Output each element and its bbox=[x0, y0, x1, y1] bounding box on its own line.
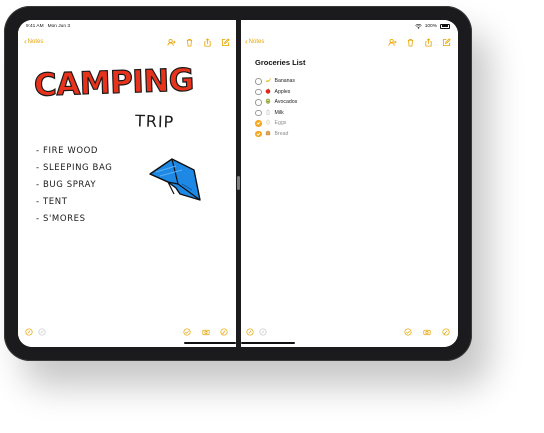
list-item: - FIRE WOOD bbox=[36, 146, 99, 156]
checklist-item[interactable]: Milk bbox=[255, 108, 297, 119]
camera-icon[interactable] bbox=[201, 327, 211, 337]
checkbox[interactable] bbox=[255, 78, 262, 85]
compose-icon[interactable] bbox=[220, 37, 230, 47]
status-bar: 9:41 AM Mon Jun 3 bbox=[18, 20, 236, 32]
add-person-icon[interactable] bbox=[166, 37, 176, 47]
item-label: Milk bbox=[274, 109, 284, 116]
back-label: Notes bbox=[27, 39, 44, 45]
checkbox[interactable] bbox=[255, 88, 262, 95]
left-note-pane[interactable]: 9:41 AM Mon Jun 3 ‹ Notes CAMPING TRIP -… bbox=[18, 20, 236, 347]
status-date: Mon Jun 3 bbox=[47, 23, 71, 29]
status-time: 9:41 AM bbox=[26, 23, 44, 29]
right-toolbar: ‹ Notes bbox=[241, 36, 458, 50]
dimmed-markup-icon bbox=[258, 327, 268, 337]
back-label: Notes bbox=[248, 39, 265, 45]
checkbox-checked[interactable] bbox=[255, 130, 262, 137]
note-title[interactable]: Groceries List bbox=[255, 58, 305, 67]
left-back-button[interactable]: ‹ Notes bbox=[24, 38, 43, 46]
ipad-device: 9:41 AM Mon Jun 3 ‹ Notes CAMPING TRIP -… bbox=[4, 6, 472, 361]
checklist-item[interactable]: Bread bbox=[255, 129, 297, 140]
pen-icon[interactable] bbox=[219, 327, 229, 337]
tent-drawing-icon bbox=[149, 158, 201, 201]
checklist-icon[interactable] bbox=[403, 327, 413, 337]
checklist-item[interactable]: Bananas bbox=[255, 76, 297, 87]
handwritten-subheading: TRIP bbox=[134, 111, 175, 132]
markup-icon[interactable] bbox=[245, 327, 255, 337]
wifi-icon bbox=[414, 23, 422, 29]
checklist-item[interactable]: Apples bbox=[255, 87, 297, 98]
egg-icon bbox=[265, 119, 272, 127]
share-icon[interactable] bbox=[423, 37, 433, 47]
grocery-checklist: Bananas Apples Avocados Milk Eggs Bread bbox=[255, 76, 297, 139]
add-person-icon[interactable] bbox=[387, 37, 397, 47]
item-label: Bananas bbox=[274, 78, 295, 85]
checklist-item[interactable]: Eggs bbox=[255, 118, 297, 129]
avocado-icon bbox=[265, 98, 272, 106]
home-indicator bbox=[241, 342, 295, 344]
chevron-left-icon: ‹ bbox=[245, 37, 248, 46]
divider-handle[interactable] bbox=[237, 176, 240, 190]
item-label: Eggs bbox=[274, 120, 287, 127]
camera-icon[interactable] bbox=[422, 327, 432, 337]
checkbox[interactable] bbox=[255, 99, 262, 106]
item-label: Bread bbox=[274, 130, 289, 137]
share-icon[interactable] bbox=[202, 37, 212, 47]
handwritten-list: - FIRE WOOD - SLEEPING BAG - BUG SPRAY -… bbox=[36, 146, 112, 231]
trash-icon[interactable] bbox=[184, 37, 194, 47]
ipad-screen: 9:41 AM Mon Jun 3 ‹ Notes CAMPING TRIP -… bbox=[18, 20, 458, 347]
battery-percent: 100% bbox=[424, 23, 437, 29]
compose-icon[interactable] bbox=[441, 37, 451, 47]
status-bar-right: 100% bbox=[241, 20, 458, 32]
battery-icon bbox=[440, 23, 450, 29]
list-item: - SLEEPING BAG bbox=[36, 163, 113, 173]
right-back-button[interactable]: ‹ Notes bbox=[245, 38, 264, 46]
list-item: - TENT bbox=[36, 197, 68, 207]
chevron-left-icon: ‹ bbox=[24, 37, 27, 46]
right-note-pane[interactable]: 100% ‹ Notes Groceries List Bananas Appl… bbox=[241, 20, 458, 347]
item-label: Avocados bbox=[274, 99, 298, 106]
dimmed-markup-icon bbox=[37, 327, 47, 337]
bread-icon bbox=[265, 130, 272, 138]
list-item: - BUG SPRAY bbox=[36, 180, 97, 190]
trash-icon[interactable] bbox=[405, 37, 415, 47]
checkbox-checked[interactable] bbox=[255, 120, 262, 127]
markup-icon[interactable] bbox=[24, 327, 34, 337]
handwritten-heading: CAMPING bbox=[33, 62, 195, 105]
right-bottom-toolbar bbox=[241, 327, 458, 339]
milk-icon bbox=[265, 109, 272, 117]
pen-icon[interactable] bbox=[441, 327, 451, 337]
item-label: Apples bbox=[274, 88, 291, 95]
banana-icon bbox=[265, 77, 272, 85]
left-toolbar: ‹ Notes bbox=[18, 36, 236, 50]
home-indicator bbox=[184, 342, 236, 344]
checklist-icon[interactable] bbox=[182, 327, 192, 337]
list-item: - S'MORES bbox=[36, 214, 86, 224]
left-bottom-toolbar bbox=[18, 327, 236, 339]
checkbox[interactable] bbox=[255, 109, 262, 116]
apple-icon bbox=[265, 88, 272, 96]
checklist-item[interactable]: Avocados bbox=[255, 97, 297, 108]
